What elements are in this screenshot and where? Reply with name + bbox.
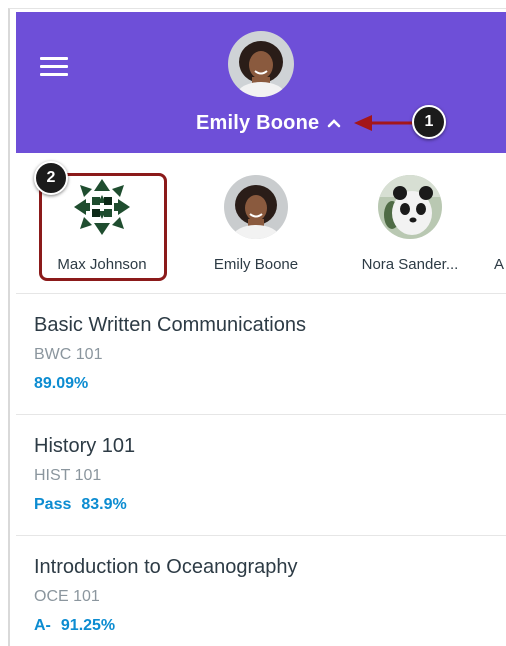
course-letter-grade: Pass — [34, 496, 72, 513]
course-item[interactable]: Introduction to Oceanography OCE 101 A- 9… — [16, 536, 506, 646]
student-name: Emily Boone — [213, 256, 299, 273]
student-name: A — [494, 256, 505, 273]
callout-badge-1: 1 — [412, 105, 446, 139]
course-letter-grade: A- — [34, 617, 51, 634]
course-grade: A- 91.25% — [34, 617, 115, 635]
course-code: OCE 101 — [34, 588, 100, 605]
course-item[interactable]: Basic Written Communications BWC 101 89.… — [16, 294, 506, 415]
panda-avatar — [378, 175, 442, 239]
course-title: History 101 — [34, 435, 136, 457]
user-switcher-button[interactable]: Emily Boone — [196, 108, 341, 138]
student-name: Nora Sander... — [361, 256, 459, 273]
course-score: 83.9% — [81, 496, 127, 513]
app-frame: Emily Boone 1 Max Johnson Emily Boone No… — [8, 8, 506, 646]
student-emily-boone[interactable]: Emily Boone — [186, 153, 326, 293]
student-nora-sander[interactable]: Nora Sander... — [340, 153, 480, 293]
portrait-avatar — [224, 175, 288, 239]
callout-badge-2: 2 — [34, 161, 68, 195]
course-item[interactable]: History 101 HIST 101 Pass 83.9% — [16, 415, 506, 536]
course-grade: 89.09% — [34, 375, 88, 393]
course-title: Basic Written Communications — [34, 314, 306, 336]
course-grade: Pass 83.9% — [34, 496, 127, 514]
hamburger-menu-icon[interactable] — [40, 55, 68, 77]
student-partial[interactable]: A — [494, 153, 506, 293]
course-score: 91.25% — [60, 617, 116, 634]
course-score: 89.09% — [34, 375, 89, 392]
caret-up-icon — [328, 119, 341, 128]
current-user-name: Emily Boone — [196, 111, 320, 134]
course-title: Introduction to Oceanography — [34, 556, 298, 578]
current-user-avatar[interactable] — [228, 31, 294, 97]
course-code: BWC 101 — [34, 346, 103, 363]
course-code: HIST 101 — [34, 467, 102, 484]
